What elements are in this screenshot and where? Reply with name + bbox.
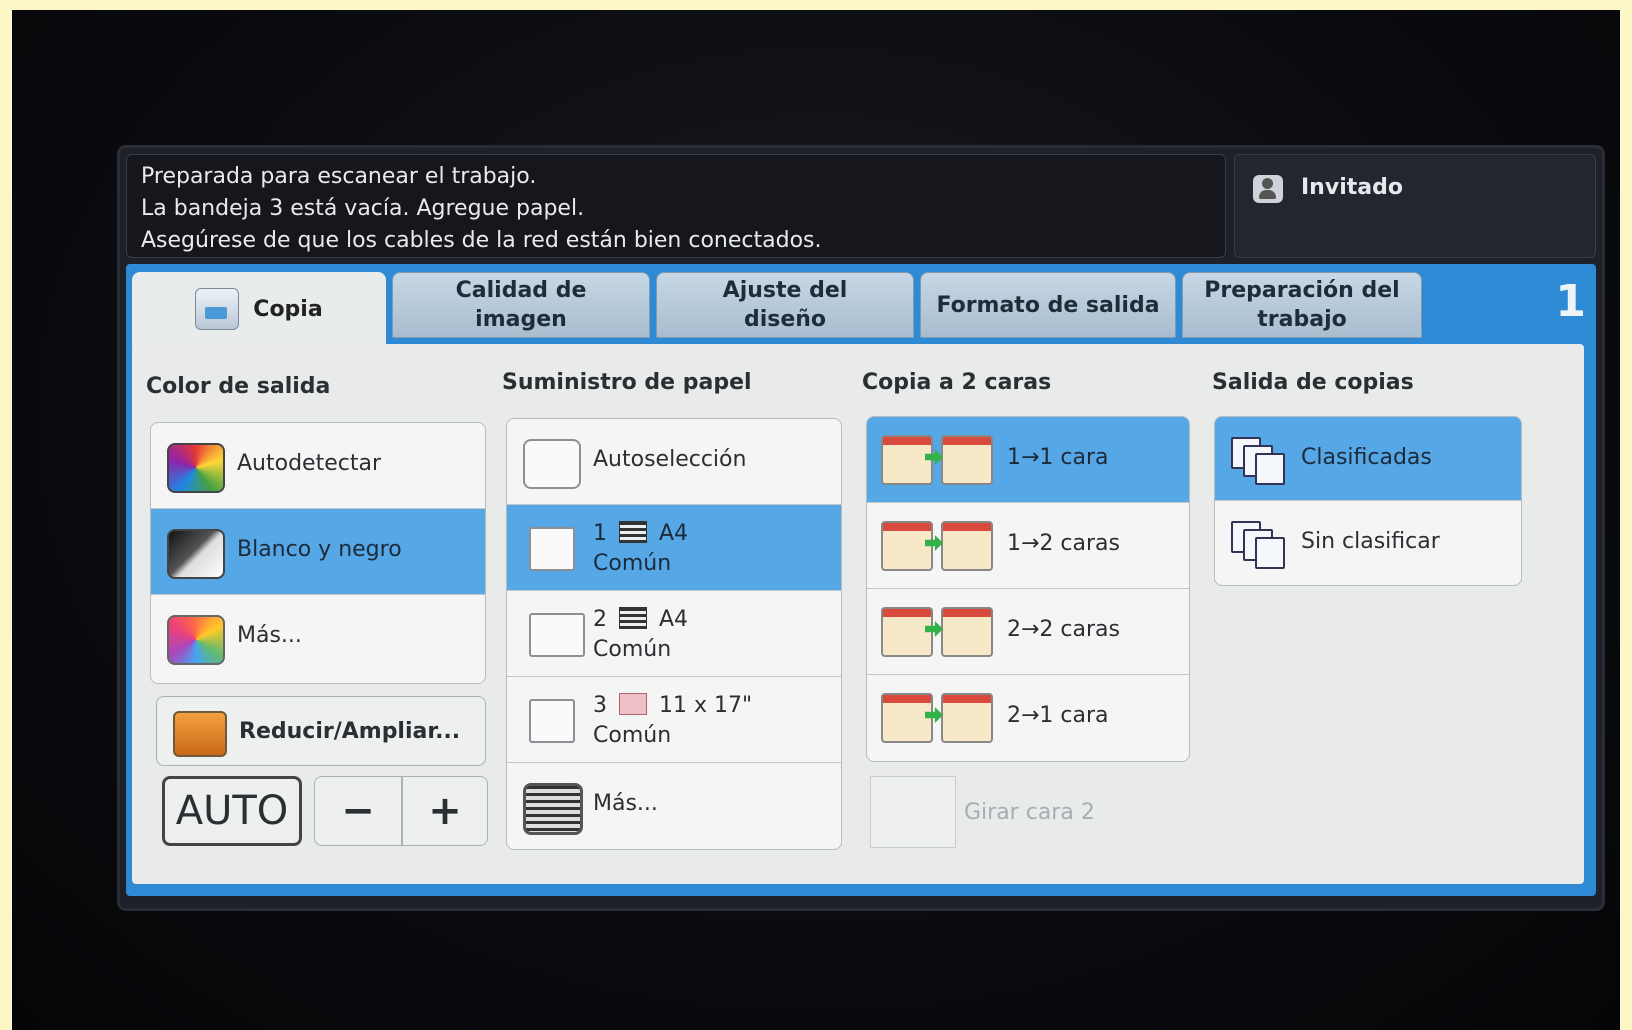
- copy-output-uncollated-label: Sin clasificar: [1301, 529, 1440, 554]
- tray-1-type: Común: [593, 551, 672, 576]
- rotate-side-2-checkbox[interactable]: [870, 776, 956, 848]
- paper-supply-group: Autoselección 1 A4 Común 2 A4 Común 3 11…: [506, 418, 842, 850]
- paper-tray-2[interactable]: 2 A4 Común: [507, 591, 841, 677]
- copy-output-title: Salida de copias: [1212, 370, 1414, 395]
- tray-empty-icon: [619, 693, 647, 715]
- copy-icon: [195, 288, 240, 330]
- touch-screen: Preparada para escanear el trabajo. La b…: [120, 148, 1602, 908]
- status-line-1: Preparada para escanear el trabajo.: [141, 164, 537, 189]
- tab-copy[interactable]: Copia: [132, 272, 386, 346]
- paper-tray-2-info: 2 A4 Común: [593, 605, 688, 665]
- tray-2-type: Común: [593, 637, 672, 662]
- copy-output-collated-label: Clasificadas: [1301, 445, 1432, 470]
- copy-settings-content: Color de salida Autodetectar Blanco y ne…: [132, 344, 1584, 884]
- two-sided-2-2[interactable]: 2→2 caras: [867, 589, 1189, 675]
- page-number: 1: [1555, 276, 1586, 327]
- tray-1-number: 1: [593, 521, 607, 546]
- output-color-autodetect[interactable]: Autodetectar: [151, 423, 485, 509]
- output-color-group: Autodetectar Blanco y negro Más...: [150, 422, 486, 684]
- paper-tray-1[interactable]: 1 A4 Común: [507, 505, 841, 591]
- tab-copy-label: Copia: [253, 296, 323, 322]
- tray-3-size: 11 x 17": [659, 693, 753, 718]
- paper-tray-3-info: 3 11 x 17" Común: [593, 691, 752, 751]
- zoom-increase-button[interactable]: +: [402, 776, 488, 846]
- paper-sheet-icon: [529, 699, 575, 743]
- output-color-title: Color de salida: [146, 374, 331, 399]
- more-colors-icon: [167, 615, 225, 665]
- zoom-decrease-button[interactable]: −: [314, 776, 402, 846]
- tray-1-size: A4: [659, 521, 689, 546]
- tray-icon: [619, 607, 647, 629]
- two-to-one-sided-icon: [881, 693, 993, 743]
- two-sided-2-1[interactable]: 2→1 cara: [867, 675, 1189, 761]
- tray-icon: [619, 521, 647, 543]
- copy-output-collated[interactable]: Clasificadas: [1215, 417, 1521, 501]
- collated-icon: [1231, 437, 1285, 485]
- two-sided-1-1-label: 1→1 cara: [1007, 445, 1109, 470]
- minus-icon: −: [341, 788, 375, 834]
- tray-2-size: A4: [659, 607, 689, 632]
- one-to-two-sided-icon: [881, 521, 993, 571]
- auto-zoom-button[interactable]: AUTO: [162, 776, 302, 846]
- user-button[interactable]: Invitado: [1234, 154, 1596, 258]
- user-icon: [1253, 175, 1283, 203]
- copy-output-uncollated[interactable]: Sin clasificar: [1215, 501, 1521, 585]
- two-sided-2-1-label: 2→1 cara: [1007, 703, 1109, 728]
- status-line-3: Asegúrese de que los cables de la red es…: [141, 228, 822, 253]
- paper-supply-title: Suministro de papel: [502, 370, 752, 395]
- status-line-2: La bandeja 3 está vacía. Agregue papel.: [141, 196, 585, 221]
- tab-image-quality-label: Calidad de imagen: [455, 278, 587, 332]
- two-sided-1-2-label: 1→2 caras: [1007, 531, 1120, 556]
- paper-more-icon: [523, 783, 583, 835]
- two-sided-1-1[interactable]: 1→1 cara: [867, 417, 1189, 503]
- auto-zoom-label: AUTO: [175, 788, 289, 834]
- uncollated-icon: [1231, 521, 1285, 569]
- tray-3-number: 3: [593, 693, 607, 718]
- tab-layout-adjustment-label: Ajuste del diseño: [722, 278, 848, 332]
- two-to-two-sided-icon: [881, 607, 993, 657]
- tab-job-assembly[interactable]: Preparación del trabajo: [1182, 272, 1422, 338]
- copy-output-group: Clasificadas Sin clasificar: [1214, 416, 1522, 586]
- paper-autoselect[interactable]: Autoselección: [507, 419, 841, 505]
- paper-tray-3[interactable]: 3 11 x 17" Común: [507, 677, 841, 763]
- tab-output-format-label: Formato de salida: [936, 292, 1160, 318]
- tab-image-quality[interactable]: Calidad de imagen: [392, 272, 650, 338]
- output-color-more-label: Más...: [237, 623, 302, 648]
- output-color-autodetect-label: Autodetectar: [237, 451, 381, 476]
- paper-sheet-icon: [529, 527, 575, 571]
- tab-output-format[interactable]: Formato de salida: [920, 272, 1176, 338]
- black-white-icon: [167, 529, 225, 579]
- reduce-enlarge-label: Reducir/Ampliar...: [239, 719, 461, 744]
- copy-panel: Copia Calidad de imagen Ajuste del diseñ…: [126, 264, 1596, 896]
- two-sided-1-2[interactable]: 1→2 caras: [867, 503, 1189, 589]
- tab-layout-adjustment[interactable]: Ajuste del diseño: [656, 272, 914, 338]
- two-sided-title: Copia a 2 caras: [862, 370, 1052, 395]
- output-color-more[interactable]: Más...: [151, 595, 485, 681]
- status-message-area: Preparada para escanear el trabajo. La b…: [126, 154, 1226, 258]
- output-color-black-white[interactable]: Blanco y negro: [151, 509, 485, 595]
- tab-job-assembly-label: Preparación del trabajo: [1204, 278, 1400, 332]
- reduce-enlarge-button[interactable]: Reducir/Ampliar...: [156, 696, 486, 766]
- one-to-one-sided-icon: [881, 435, 993, 485]
- paper-autoselect-label: Autoselección: [593, 447, 747, 472]
- paper-tray-1-info: 1 A4 Común: [593, 519, 688, 579]
- rotate-side-2-label: Girar cara 2: [964, 800, 1095, 825]
- paper-sheet-icon: [529, 613, 585, 657]
- plus-icon: +: [428, 788, 462, 834]
- two-sided-group: 1→1 cara 1→2 caras 2→2 caras 2→1 cara: [866, 416, 1190, 762]
- color-autodetect-icon: [167, 443, 225, 493]
- reduce-enlarge-icon: [173, 711, 227, 757]
- user-label: Invitado: [1301, 175, 1403, 200]
- tray-3-type: Común: [593, 723, 672, 748]
- tray-2-number: 2: [593, 607, 607, 632]
- paper-more[interactable]: Más...: [507, 763, 841, 849]
- paper-autoselect-icon: [523, 439, 581, 489]
- paper-more-label: Más...: [593, 791, 658, 816]
- output-color-black-white-label: Blanco y negro: [237, 537, 402, 562]
- two-sided-2-2-label: 2→2 caras: [1007, 617, 1120, 642]
